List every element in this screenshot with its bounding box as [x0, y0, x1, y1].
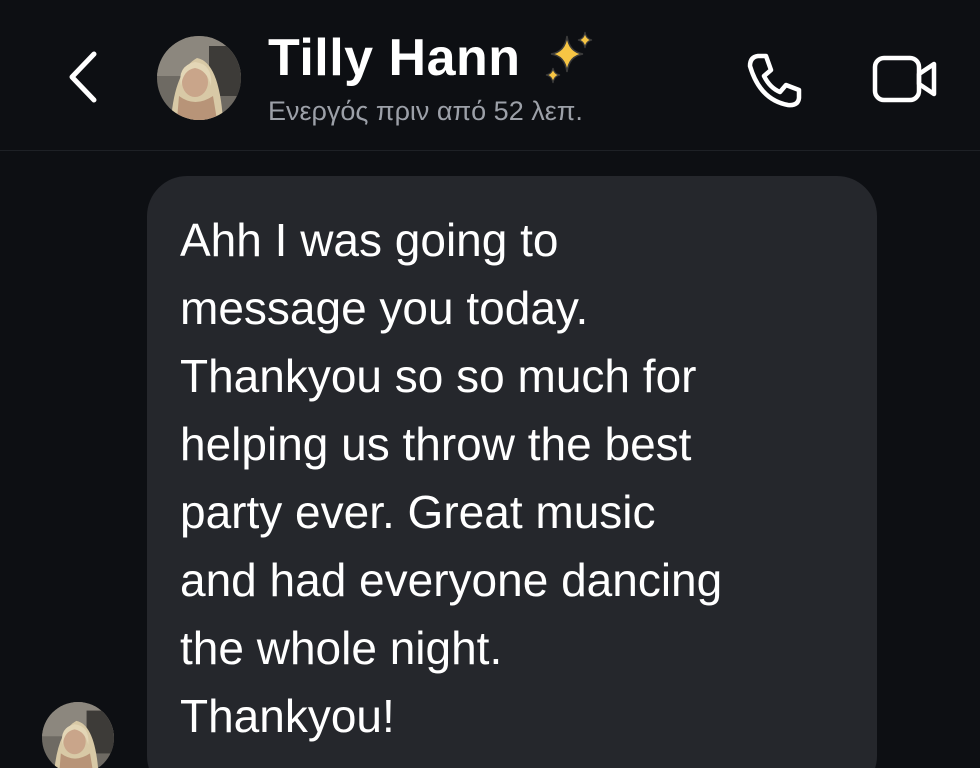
chat-header: Tilly Hann Ενεργός πριν από 52 λεπ. — [0, 0, 980, 151]
chevron-left-icon — [69, 51, 97, 103]
message-bubble[interactable]: Ahh I was going to message you today. Th… — [147, 176, 877, 768]
sender-avatar[interactable] — [42, 702, 114, 768]
sparkles-icon — [545, 31, 592, 84]
contact-name-row[interactable]: Tilly Hann — [268, 26, 597, 90]
contact-name: Tilly Hann — [268, 29, 521, 87]
message-text: Ahh I was going to message you today. Th… — [180, 214, 723, 742]
audio-call-button[interactable] — [742, 48, 806, 112]
phone-icon — [747, 53, 802, 108]
video-camera-icon — [872, 55, 937, 103]
contact-avatar[interactable] — [157, 36, 241, 120]
video-call-button[interactable] — [870, 48, 940, 110]
active-status: Ενεργός πριν από 52 λεπ. — [268, 96, 583, 126]
back-button[interactable] — [58, 46, 106, 108]
